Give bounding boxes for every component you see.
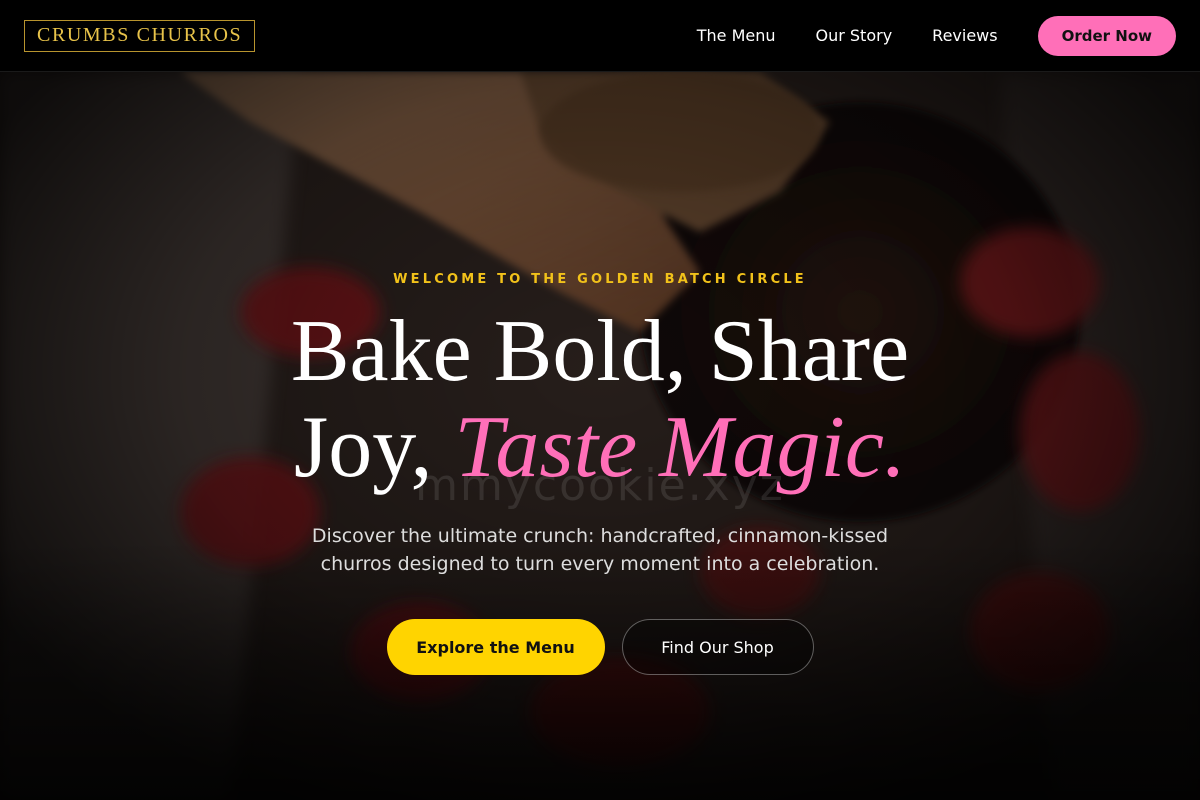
hero-cta-group: Explore the Menu Find Our Shop bbox=[0, 619, 1200, 675]
hero-headline: Bake Bold, Share Joy, Taste Magic. bbox=[0, 304, 1200, 496]
hero-subtext: Discover the ultimate crunch: handcrafte… bbox=[290, 522, 910, 578]
find-shop-button[interactable]: Find Our Shop bbox=[621, 619, 814, 675]
nav-link-our-story[interactable]: Our Story bbox=[816, 26, 893, 45]
brand-logo[interactable]: CRUMBS CHURROS bbox=[24, 19, 256, 52]
subtext-line-2: churros designed to turn every moment in… bbox=[320, 553, 880, 575]
headline-accent: Taste Magic. bbox=[454, 399, 906, 496]
top-navbar: CRUMBS CHURROS The Menu Our Story Review… bbox=[0, 0, 1200, 72]
hero-eyebrow: WELCOME TO THE GOLDEN BATCH CIRCLE bbox=[393, 272, 807, 287]
hero-section: mmycookie.xyz WELCOME TO THE GOLDEN BATC… bbox=[0, 72, 1200, 800]
subtext-line-1: Discover the ultimate crunch: handcrafte… bbox=[311, 525, 889, 547]
nav-link-reviews[interactable]: Reviews bbox=[932, 26, 997, 45]
nav-links: The Menu Our Story Reviews Order Now bbox=[657, 15, 1176, 56]
nav-link-menu[interactable]: The Menu bbox=[697, 26, 776, 45]
headline-line-1: Bake Bold, Share bbox=[290, 303, 910, 400]
explore-menu-button[interactable]: Explore the Menu bbox=[386, 619, 605, 675]
headline-line-2-plain: Joy, bbox=[294, 399, 455, 496]
order-now-button[interactable]: Order Now bbox=[1037, 15, 1176, 56]
